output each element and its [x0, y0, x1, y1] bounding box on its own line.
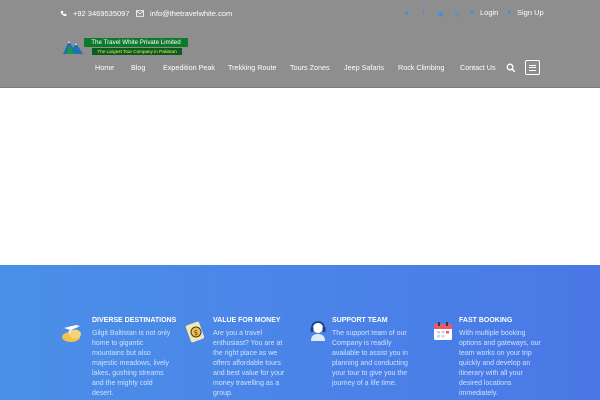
svg-text:$: $	[194, 329, 198, 337]
login-label: Login	[480, 8, 499, 17]
money-tag-icon: $	[185, 321, 205, 343]
nav-item-trekking-route[interactable]: Trekking Route	[228, 63, 276, 72]
feature-support-team: SUPPORT TEAM The support team of our Com…	[310, 317, 412, 389]
hamburger-icon	[529, 64, 536, 66]
user-icon: ●	[469, 9, 475, 16]
logo-title: The Travel White Private Limited	[84, 38, 188, 47]
phone-icon	[60, 10, 67, 16]
signup-link[interactable]: ● Sign Up	[505, 8, 544, 17]
mail-icon	[136, 10, 144, 17]
nav-item-contact-us[interactable]: Contact Us	[460, 63, 496, 72]
hamburger-line	[529, 69, 536, 71]
feature-text: The support team of our Company is readi…	[332, 330, 408, 387]
feature-title: DIVERSE DESTINATIONS	[92, 317, 177, 324]
nav-item-rock-climbing[interactable]: Rock Climbing	[398, 63, 444, 72]
logo[interactable]: The Travel White Private Limited The Lar…	[62, 37, 190, 57]
nav-item-blog[interactable]: Blog	[131, 63, 145, 72]
nav-item-home[interactable]: Home	[95, 63, 114, 72]
logo-tagline: The Largest Tour Company in Pakistan	[92, 48, 182, 55]
contact-phone[interactable]: +92 3469535097	[60, 9, 130, 18]
phone-number: +92 3469535097	[73, 9, 130, 18]
feature-value-for-money: $ VALUE FOR MONEY Are you a travel enthu…	[185, 317, 291, 399]
menu-button[interactable]	[525, 60, 540, 75]
facebook-icon[interactable]: f	[419, 9, 428, 18]
hamburger-line	[529, 67, 536, 68]
feature-title: SUPPORT TEAM	[332, 317, 388, 324]
feature-text: Are you a travel enthusiast? You are at …	[213, 330, 285, 397]
nav-item-jeep-safaris[interactable]: Jeep Safaris	[344, 63, 384, 72]
pinterest-icon[interactable]: ◎	[453, 9, 462, 18]
plane-cloud-icon	[62, 325, 81, 342]
search-icon[interactable]	[506, 63, 516, 73]
login-link[interactable]: ● Login	[468, 8, 498, 17]
instagram-icon[interactable]: ◉	[436, 9, 445, 18]
features-band: DIVERSE DESTINATIONS Gilgit Baltistan is…	[0, 265, 600, 400]
support-headset-icon	[310, 321, 326, 341]
site-header: +92 3469535097 info@thetravelwhite.com ●…	[0, 0, 600, 88]
feature-diverse-destinations: DIVERSE DESTINATIONS Gilgit Baltistan is…	[62, 317, 177, 399]
top-bar: +92 3469535097 info@thetravelwhite.com ●…	[0, 0, 600, 28]
nav-item-expedition-peak[interactable]: Expedition Peak	[163, 63, 215, 72]
twitter-icon[interactable]: ●	[402, 9, 411, 18]
calendar-icon	[434, 322, 452, 340]
feature-text: With multiple booking options and gatewa…	[459, 330, 541, 397]
feature-fast-booking: FAST BOOKING With multiple booking optio…	[434, 317, 543, 399]
social-links: ● f ◉ ◎	[402, 9, 462, 18]
signup-label: Sign Up	[517, 8, 544, 17]
contact-email[interactable]: info@thetravelwhite.com	[136, 9, 232, 18]
lock-icon: ●	[506, 9, 512, 16]
feature-title: VALUE FOR MONEY	[213, 317, 281, 324]
feature-text: Gilgit Baltistan is not only home to gig…	[92, 330, 171, 397]
mountain-logo-icon	[63, 41, 83, 54]
email-address: info@thetravelwhite.com	[150, 9, 233, 18]
nav-item-tours-zones[interactable]: Tours Zones	[290, 63, 330, 72]
feature-title: FAST BOOKING	[459, 317, 513, 324]
